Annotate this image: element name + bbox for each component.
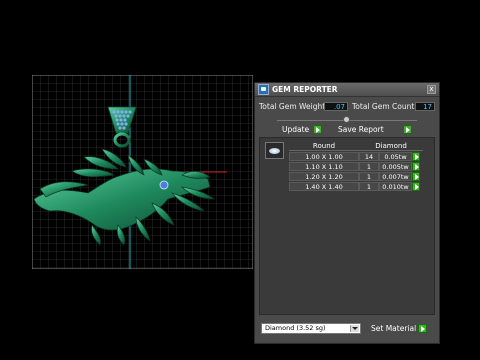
row-go-icon[interactable] [412, 172, 420, 181]
gem-size: 1.00 X 1.00 [289, 152, 359, 161]
set-material-go-icon[interactable] [418, 324, 427, 333]
row-go-icon[interactable] [412, 162, 420, 171]
row-go-icon[interactable] [412, 182, 420, 191]
round-diamond-icon[interactable] [265, 142, 284, 159]
panel-titlebar[interactable]: GEM REPORTER x [255, 83, 439, 97]
update-label: Update [282, 125, 310, 134]
table-row[interactable]: 1.40 X 1.40 1 0.010tw [289, 182, 432, 191]
material-selected: Diamond (3.52 sg) [265, 324, 326, 332]
gem-count: 1 [359, 172, 379, 181]
gem-weight: 0.005tw [379, 162, 412, 171]
material-dropdown[interactable]: Diamond (3.52 sg) [261, 323, 361, 334]
viewport-canvas[interactable] [32, 75, 253, 269]
update-go-icon[interactable] [313, 125, 322, 134]
chevron-down-icon[interactable] [350, 325, 359, 332]
column-header-shape: Round [289, 142, 359, 151]
gem-count: 14 [359, 152, 379, 161]
gem-size: 1.20 X 1.20 [289, 172, 359, 181]
update-button[interactable]: Update [282, 125, 309, 135]
total-gem-count-value: 17 [415, 102, 435, 111]
gem-reporter-app-icon [258, 84, 269, 95]
total-gem-weight-label: Total Gem Weight [259, 102, 326, 111]
gem-weight: 0.007tw [379, 172, 412, 181]
table-row[interactable]: 1.10 X 1.10 1 0.005tw [289, 162, 432, 171]
total-gem-weight-value: .07 [324, 102, 348, 111]
set-material-label: Set Material [371, 324, 417, 333]
table-row[interactable]: 1.20 X 1.20 1 0.007tw [289, 172, 432, 181]
table-row[interactable]: 1.00 X 1.00 14 0.05tw [289, 152, 432, 161]
gem-size: 1.40 X 1.40 [289, 182, 359, 191]
total-gem-count-label: Total Gem Count [352, 102, 415, 111]
3d-viewport[interactable] [32, 75, 253, 269]
dragon-eye-gem [159, 180, 169, 190]
slider-handle[interactable] [343, 116, 350, 123]
gem-list[interactable]: Round Diamond 1.00 X 1.00 14 0.05tw 1.10… [259, 137, 435, 315]
panel-title: GEM REPORTER [272, 85, 338, 94]
save-report-button[interactable]: Save Report [338, 125, 384, 135]
gem-weight: 0.05tw [379, 152, 412, 161]
set-material-button[interactable]: Set Material [371, 324, 416, 334]
gem-reporter-panel: GEM REPORTER x Total Gem Weight .07 Tota… [254, 82, 440, 344]
gem-size: 1.10 X 1.10 [289, 162, 359, 171]
save-report-label: Save Report [338, 125, 384, 134]
save-report-go-icon[interactable] [403, 125, 412, 134]
column-header-material: Diamond [359, 142, 423, 151]
close-icon[interactable]: x [427, 85, 436, 94]
gem-count: 1 [359, 162, 379, 171]
row-go-icon[interactable] [412, 152, 420, 161]
gem-weight: 0.010tw [379, 182, 412, 191]
gem-count: 1 [359, 182, 379, 191]
